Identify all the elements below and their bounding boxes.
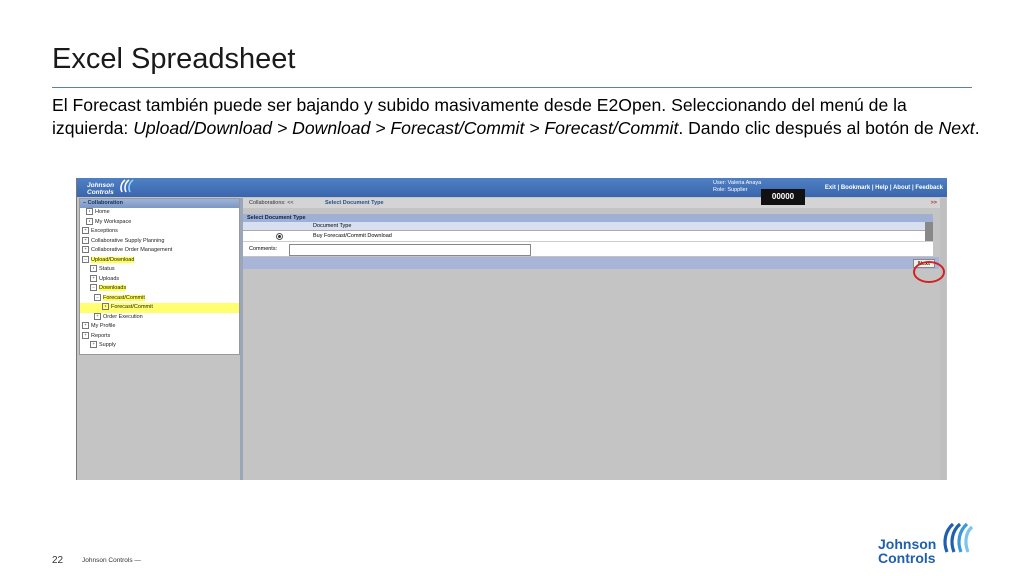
table-row[interactable]: Buy Forecast/Commit Download (243, 231, 933, 242)
menu-tree: • Home • My Workspace + Exceptions + Collaborat… (80, 208, 239, 351)
menu-item[interactable]: + Order Execution (80, 312, 239, 323)
vertical-scrollbar[interactable] (940, 198, 946, 480)
bullet-icon[interactable]: • (86, 217, 93, 225)
user-role: Role: Supplier (713, 187, 748, 193)
menu-item[interactable]: – Upload/Download (80, 255, 239, 266)
slide-title: Excel Spreadsheet (52, 43, 296, 75)
action-bar: Next (243, 257, 939, 269)
menu-item-label: Forecast/Commit (111, 304, 153, 310)
top-navigation[interactable]: Exit | Bookmark | Help | About | Feedbac… (825, 185, 943, 191)
document-type-table: Document Type Buy Forecast/Commit Downlo… (243, 222, 933, 242)
radio-button[interactable] (276, 233, 283, 240)
expand-icon[interactable]: + (90, 341, 97, 349)
title-rule (52, 87, 972, 88)
menu-item-label: Downloads (99, 285, 127, 291)
row-label: Buy Forecast/Commit Download (313, 233, 392, 239)
menu-item-label: Status (99, 266, 115, 272)
logo-line2: Controls (878, 550, 936, 566)
expand-icon[interactable]: + (82, 331, 89, 339)
collapse-icon[interactable]: – (82, 255, 89, 263)
menu-item-label: Upload/Download (91, 256, 135, 263)
comments-row: Comments: (243, 242, 933, 256)
menu-item[interactable]: + Collaborative Supply Planning (80, 236, 239, 247)
supplier-id-badge: 00000 (761, 189, 805, 205)
next-highlight-circle (913, 261, 945, 283)
menu-item-label: Uploads (99, 275, 120, 282)
body-end: . (974, 118, 980, 138)
expand-icon[interactable]: + (82, 322, 89, 330)
menu-item-label: Order Execution (103, 313, 143, 320)
menu-item[interactable]: – Downloads (80, 284, 239, 294)
expand-icon[interactable]: + (82, 236, 89, 244)
menu-item-label: Home (95, 209, 110, 215)
menu-item[interactable]: • Forecast/Commit (80, 303, 239, 313)
menu-item-label: My Workspace (95, 218, 132, 225)
app-topbar: Johnson Controls User: Valeria Anaya Rol… (77, 178, 947, 197)
section-header: Select Document Type (243, 214, 933, 222)
menu-item-label: Exceptions (91, 228, 118, 234)
menu-item-label: My Profile (91, 323, 116, 329)
menu-item[interactable]: – Forecast/Commit (80, 293, 239, 304)
app-logo-line2: Controls (87, 189, 114, 196)
menu-item[interactable]: + Reports (80, 331, 239, 342)
comments-input[interactable] (289, 244, 531, 256)
comments-label: Comments: (249, 246, 278, 252)
collapse-icon[interactable]: – (94, 293, 101, 301)
user-info: User: Valeria Anaya Role: Supplier (713, 180, 761, 194)
menu-item[interactable]: + Exceptions (80, 227, 239, 237)
content-area: Collaborations: << Select Document Type … (243, 198, 945, 480)
crumb-collaborations[interactable]: Collaborations: << (249, 198, 294, 208)
crumb-selected: Select Document Type (325, 200, 384, 206)
body-next: Next (938, 118, 975, 138)
collaboration-header[interactable]: – Collaboration (80, 199, 239, 208)
e2open-screenshot: Johnson Controls User: Valeria Anaya Rol… (76, 178, 947, 480)
body-mid: . Dando clic después al botón de (678, 118, 939, 138)
menu-item[interactable]: + Uploads (80, 274, 239, 285)
body-path: Upload/Download > Download > Forecast/Co… (133, 118, 679, 138)
user-name: User: Valeria Anaya (713, 180, 762, 186)
menu-item-label: Reports (91, 332, 111, 339)
expand-icon[interactable]: + (90, 274, 97, 282)
menu-item-label: Collaborative Order Management (91, 247, 173, 253)
left-menu-panel: – Collaboration • Home • My Workspace + Excep… (79, 198, 240, 355)
table-header: Document Type (243, 222, 933, 231)
page-number: 22 (52, 555, 64, 566)
crumb-forward[interactable]: >> (931, 198, 937, 208)
expand-icon[interactable]: + (82, 246, 89, 254)
menu-item[interactable]: • My Workspace (80, 217, 239, 228)
slide-body: El Forecast también puede ser bajando y … (52, 94, 982, 140)
menu-item[interactable]: + My Profile (80, 322, 239, 332)
table-scrollbar[interactable] (925, 222, 933, 241)
footer-company: Johnson Controls — (82, 557, 141, 564)
app-logo: Johnson Controls (87, 179, 147, 196)
bullet-icon[interactable]: • (102, 303, 109, 311)
menu-item-label: Collaborative Supply Planning (91, 237, 165, 244)
menu-item-label: Supply (99, 342, 116, 348)
johnson-controls-wave-icon (943, 522, 974, 553)
expand-icon[interactable]: + (82, 227, 89, 235)
johnson-controls-logo: Johnson Controls (876, 522, 976, 566)
bullet-icon[interactable]: • (90, 265, 97, 273)
app-logo-line1: Johnson (87, 182, 115, 189)
menu-item[interactable]: + Collaborative Order Management (80, 246, 239, 256)
breadcrumb: Collaborations: << Select Document Type … (243, 198, 945, 208)
menu-item-label: Forecast/Commit (103, 294, 145, 301)
menu-item[interactable]: • Home (80, 208, 239, 218)
collapse-icon[interactable]: – (90, 284, 97, 292)
expand-icon[interactable]: + (94, 312, 101, 320)
table-header-label: Document Type (313, 223, 352, 229)
menu-item[interactable]: + Supply (80, 341, 239, 351)
menu-item[interactable]: • Status (80, 265, 239, 275)
johnson-controls-icon (120, 179, 134, 193)
bullet-icon[interactable]: • (86, 208, 93, 216)
